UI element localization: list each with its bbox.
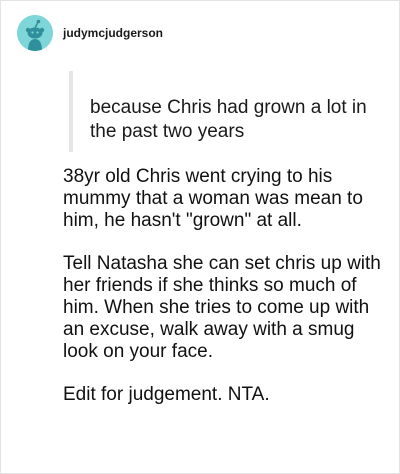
comment-body: 38yr old Chris went crying to his mummy … <box>63 166 388 427</box>
comment-card: judymcjudgerson because Chris had grown … <box>0 0 400 474</box>
comment-paragraph: Tell Natasha she can set chris up with h… <box>63 253 381 362</box>
reddit-snoo-icon <box>17 15 53 51</box>
quoted-text: because Chris had grown a lot in the pas… <box>69 71 390 152</box>
comment-paragraph: Edit for judgement. NTA. <box>63 384 270 405</box>
comment-header: judymcjudgerson <box>17 15 163 51</box>
username[interactable]: judymcjudgerson <box>63 26 163 40</box>
avatar[interactable] <box>17 15 53 51</box>
comment-paragraph: 38yr old Chris went crying to his mummy … <box>63 166 363 231</box>
